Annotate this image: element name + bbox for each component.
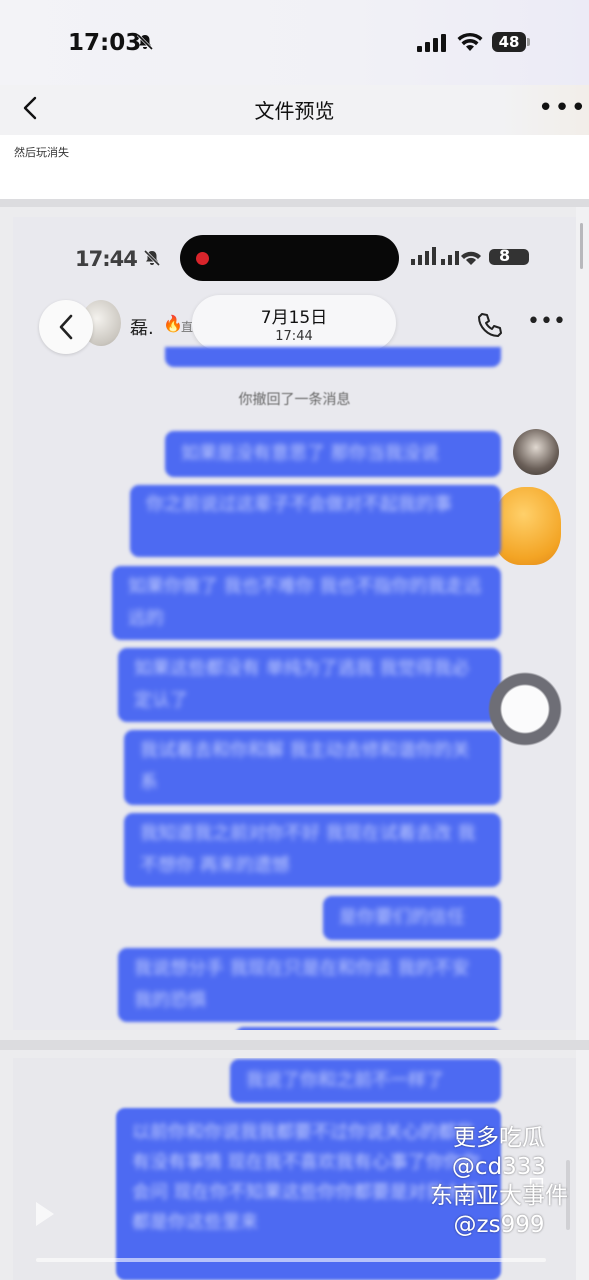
overlay-line: @cd333 [451, 1154, 547, 1180]
video-progress-bar[interactable] [36, 1258, 546, 1262]
chat-bubble-cut [165, 347, 501, 367]
card-text: 然后玩消失 [14, 146, 69, 159]
fire-streak-icon: 🔥 [163, 314, 183, 333]
chat-bubble: 我试着去和你和解 我主动去修和谐你的关系 [124, 730, 501, 805]
user-avatar[interactable] [513, 429, 559, 475]
recall-notice: 你撤回了一条消息 [238, 392, 351, 408]
play-icon[interactable] [36, 1202, 54, 1226]
phone-call-icon[interactable] [476, 311, 504, 339]
divider [0, 1040, 589, 1050]
chat-bubble: 如果你做了 我也不难你 我也不指你的我走远远的 [112, 566, 501, 640]
overlay-line: 东南亚大事件 [430, 1183, 568, 1209]
date-pill: 7月15日 17:44 [192, 295, 396, 351]
dynamic-island [180, 235, 399, 281]
text-card: 然后玩消失 [0, 135, 589, 199]
chat-bubble: 我说想分手 我现在只是在和你谈 我的不安 我的恐惧 [118, 948, 501, 1022]
chat-bubble: 你之前说过这辈子不会做对不起我的事 [130, 485, 501, 557]
chat-bubble: 是你要们的信任 [323, 896, 501, 940]
status-time: 17:03 [68, 30, 142, 56]
chat-bubble: 我知道我之前对你不好 我现在试着去改 我不想你 再来的遗憾 [124, 813, 501, 887]
inner-status-icons: 8 [411, 246, 541, 272]
battery-level: 48 [492, 32, 526, 52]
inner-battery-level: 8 [499, 246, 510, 265]
assistive-touch-button[interactable] [487, 671, 563, 747]
chat-bubble-cut [235, 1027, 501, 1030]
recording-dot-icon [196, 252, 209, 265]
mute-bell-icon [136, 33, 154, 55]
divider [0, 199, 589, 207]
inner-back-chevron-icon[interactable] [57, 312, 75, 342]
overlay-line: @zs999 [453, 1212, 545, 1238]
contact-name: 磊. [130, 318, 154, 339]
chat-screenshot-1: 17:44 8 磊. 🔥 直聊中 2/3 7月15日 17:44 ••• 你撤回… [13, 217, 576, 1030]
scrollbar-thumb[interactable] [580, 223, 583, 269]
status-bar: 17:03 48 [0, 0, 589, 85]
date-time-label: 17:44 [275, 329, 313, 344]
inner-status-time: 17:44 [75, 247, 138, 271]
battery-cap [527, 38, 530, 46]
overlay-line: 更多吃瓜 [453, 1125, 545, 1151]
chat-bubble: 如果是没有意思了 那你当我没说 [165, 431, 501, 477]
chat-bubble: 我说了你和之前不一样了 [230, 1059, 501, 1103]
date-label: 7月15日 [260, 308, 328, 328]
page-title: 文件预览 [254, 99, 335, 123]
watermark-overlay: 更多吃瓜 @cd333 东南亚大事件 @zs999 [424, 1124, 574, 1240]
peach-sticker-icon [493, 487, 561, 565]
inner-more-button[interactable]: ••• [527, 309, 566, 334]
nav-bar: 文件预览 ••• [0, 85, 589, 135]
right-margin [576, 207, 589, 1280]
inner-mute-bell-icon [143, 249, 161, 272]
more-options-button[interactable]: ••• [538, 93, 587, 123]
wifi-icon [457, 32, 483, 51]
chat-bubble: 如果这些都没有 单纯为了逃我 我觉得我必定认了 [118, 648, 501, 722]
cellular-signal-icon [417, 34, 446, 52]
